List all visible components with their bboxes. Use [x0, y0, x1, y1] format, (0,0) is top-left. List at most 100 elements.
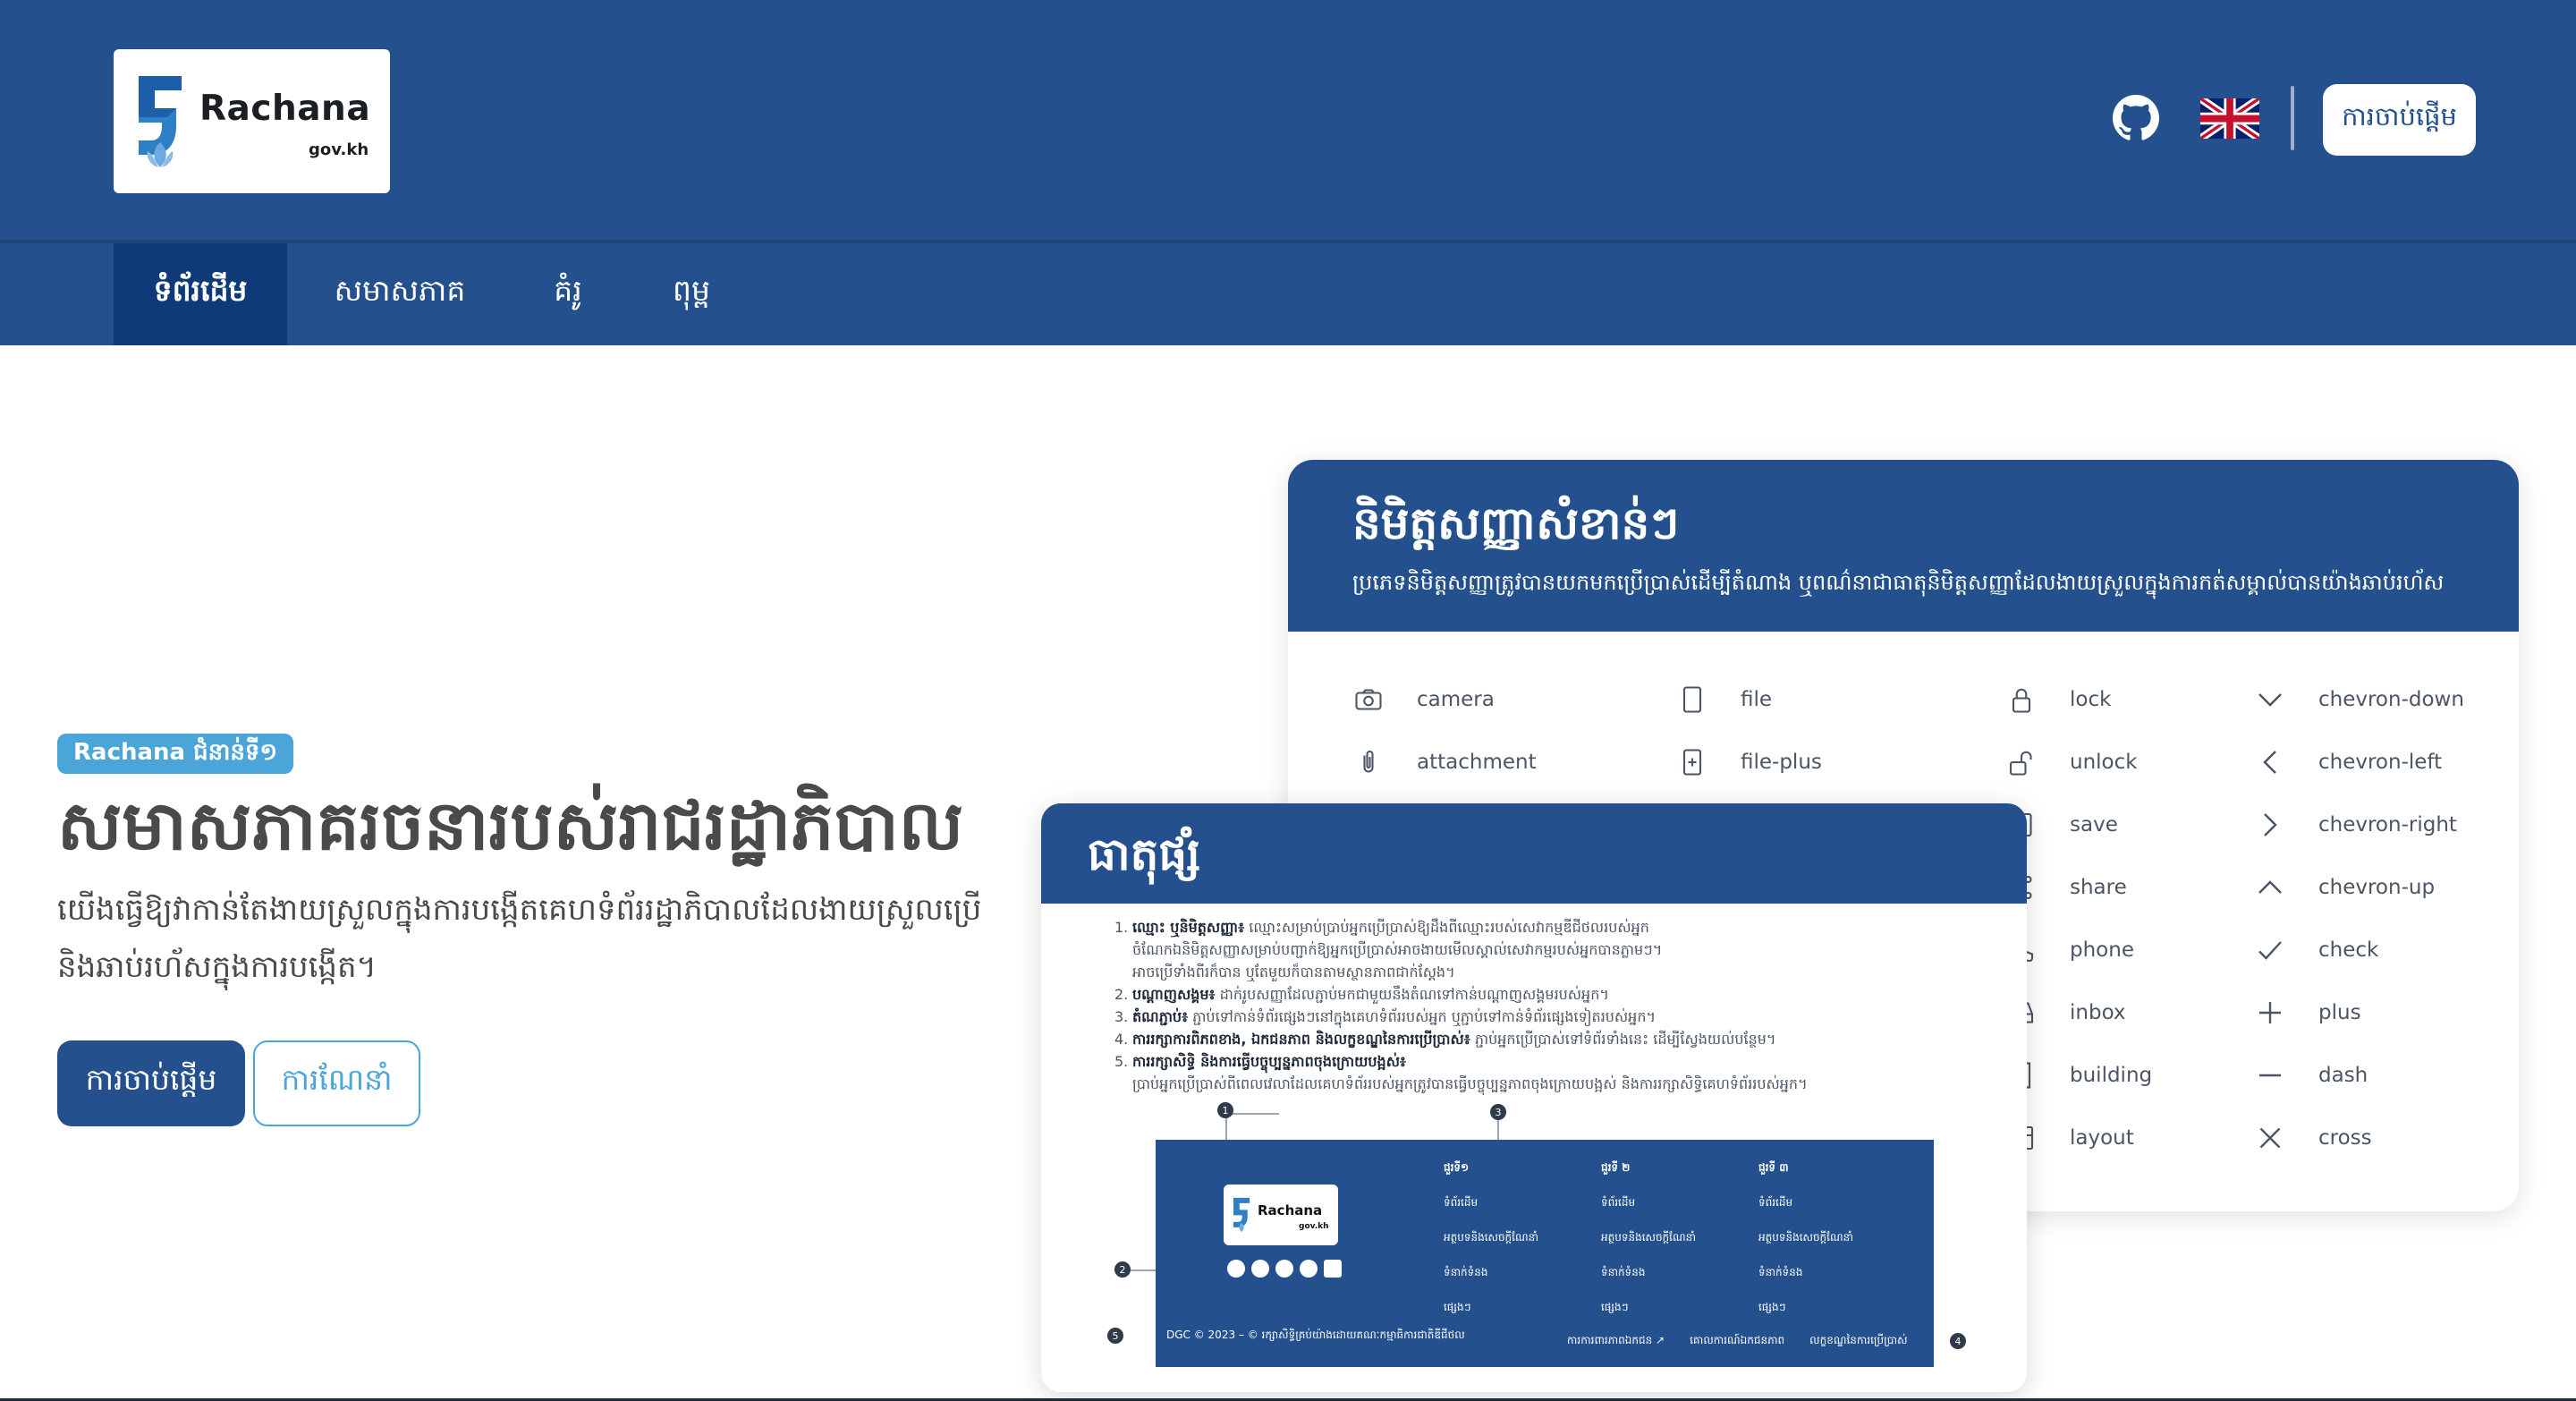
footer-bottom-links: ការការពារភាពឯកជន ↗ គោលការណ៍ឯកជនភាព លក្ខខ…	[1567, 1334, 1908, 1346]
footer-column-1: ជួរទី១ ទំព័រដើម អត្ថបទនិងសេចក្តីណែនាំ ទំ…	[1444, 1161, 1539, 1313]
callout-4: 4	[1950, 1333, 1966, 1349]
rachana-logo-mark-icon	[1233, 1197, 1250, 1233]
icon-label: save	[2070, 813, 2118, 836]
version-badge: Rachana ជំនាន់ទី១	[57, 734, 294, 774]
callout-3: 3	[1490, 1104, 1506, 1120]
lock-icon	[2012, 688, 2031, 713]
icon-label: file	[1741, 688, 1773, 711]
icon-item-building: building	[2005, 1057, 2152, 1093]
dash-icon	[2259, 1074, 2281, 1077]
footer-social-icons	[1227, 1260, 1342, 1278]
nav-item-templates[interactable]: ពុម្ព	[651, 243, 732, 345]
icon-item-check: check	[2254, 932, 2378, 968]
camera-icon	[1355, 689, 1382, 710]
icon-label: plus	[2318, 1001, 2361, 1024]
note-line: 2. បណ្តាញសង្គម៖ ដាក់រូបសញ្ញាដែលភ្ជាប់មកជា…	[1114, 986, 1609, 1003]
callout-2: 2	[1114, 1261, 1131, 1278]
component-card-title: ធាតុផ្សំ	[1088, 828, 1200, 880]
chevron-right-icon	[2264, 813, 2277, 836]
icon-label: cross	[2318, 1126, 2372, 1150]
icon-label: camera	[1417, 688, 1495, 711]
linkedin-icon[interactable]	[1324, 1260, 1342, 1278]
footer-column-2: ជួរទី ២ ទំព័រដើម អត្ថបទនិងសេចក្តីណែនាំ ទ…	[1601, 1161, 1697, 1313]
component-showcase-card: ធាតុផ្សំ 1. ឈ្មោះ ឬនិមិត្តសញ្ញា៖ ឈ្មោះសម្…	[1041, 803, 2027, 1392]
nav-item-components[interactable]: សមាសភាគ	[315, 243, 485, 345]
facebook-icon[interactable]	[1227, 1260, 1245, 1278]
icon-label: chevron-up	[2318, 876, 2436, 899]
icon-item-chevron-down: chevron-down	[2254, 682, 2464, 717]
uk-flag-icon[interactable]	[2200, 98, 2259, 139]
footer-logo: Rachana gov.kh	[1224, 1184, 1338, 1245]
icon-card-title: និមិត្តសញ្ញាសំខាន់ៗ	[1352, 497, 1680, 549]
component-notes: 1. ឈ្មោះ ឬនិមិត្តសញ្ញា៖ ឈ្មោះសម្រាប់ប្រាប…	[1114, 916, 2009, 1095]
logo-wordmark: Rachana	[199, 89, 371, 129]
icon-item-file-plus: file-plus	[1676, 744, 1822, 780]
file-icon	[1682, 686, 1702, 713]
chevron-down-icon	[2258, 693, 2282, 707]
footer-column-3: ជួរទី ៣ ទំព័រដើម អត្ថបទនិងសេចក្តីណែនាំ ទ…	[1758, 1161, 1854, 1313]
footer-preview: Rachana gov.kh ជួរទី១ ទំព័រដើម អត្ថបទនិង…	[1156, 1140, 1934, 1367]
site-header: Rachana gov.kh ការចាប់ផ្តើម	[0, 0, 2576, 240]
tiktok-icon[interactable]	[1300, 1260, 1318, 1278]
callout-5: 5	[1107, 1328, 1123, 1344]
icon-label: attachment	[1417, 751, 1537, 774]
attachment-icon	[1363, 751, 1374, 773]
note-line: 5. ការរក្សាសិទ្ធិ និងការធ្វើបច្ចុប្បន្នភា…	[1114, 1053, 1406, 1070]
icon-label: chevron-down	[2318, 688, 2464, 711]
site-logo[interactable]: Rachana gov.kh	[114, 49, 390, 193]
icon-label: unlock	[2070, 751, 2138, 774]
icon-item-dash: dash	[2254, 1057, 2368, 1093]
cross-icon	[2259, 1127, 2281, 1149]
note-line: 1. ឈ្មោះ ឬនិមិត្តសញ្ញា៖ ឈ្មោះសម្រាប់ប្រាប…	[1114, 919, 1649, 936]
icon-label: file-plus	[1741, 751, 1822, 774]
file-plus-icon	[1682, 749, 1702, 776]
youtube-icon[interactable]	[1251, 1260, 1269, 1278]
icon-item-unlock: unlock	[2005, 744, 2138, 780]
icon-label: share	[2070, 876, 2127, 899]
note-line: 4. ការរក្សាការពិភពខាង, ឯកជនភាព និងលក្ខខណ្…	[1114, 1031, 1776, 1048]
icon-label: dash	[2318, 1064, 2368, 1087]
icon-item-attachment: attachment	[1352, 744, 1537, 780]
unlock-icon	[2009, 751, 2032, 776]
header-start-button[interactable]: ការចាប់ផ្តើម	[2323, 84, 2476, 156]
footer-copyright: DGC © 2023 – © រក្សាសិទ្ធិគ្រប់យ៉ាងដោយគណ…	[1166, 1329, 1465, 1341]
icon-label: chevron-left	[2318, 751, 2443, 774]
plus-icon	[2259, 1002, 2281, 1023]
icon-item-chevron-right: chevron-right	[2254, 807, 2457, 843]
header-divider	[2291, 86, 2294, 150]
icon-label: inbox	[2070, 1001, 2126, 1024]
icon-card-subtitle: ប្រភេទនិមិត្តសញ្ញាត្រូវបានយកមកប្រើប្រាស់…	[1352, 570, 2445, 595]
icon-label: layout	[2070, 1126, 2134, 1150]
note-line: អាចប្រើទាំងពីរក៏បាន ឬតែមួយក៏បានតាមស្ថានភ…	[1132, 964, 1455, 981]
main-nav: ទំព័រដើម សមាសភាគ គំរូ ពុម្ព	[0, 240, 2576, 345]
nav-item-home[interactable]: ទំព័រដើម	[114, 243, 287, 345]
note-line: ប្រាប់អ្នកប្រើប្រាស់ពីពេលវេលាដែលគេហទំព័រ…	[1132, 1075, 1808, 1092]
github-icon[interactable]	[2113, 95, 2159, 141]
icon-label: lock	[2070, 688, 2112, 711]
rachana-logo-mark-icon	[139, 76, 182, 167]
telegram-icon[interactable]	[1275, 1260, 1293, 1278]
note-line: 3. តំណភ្ជាប់៖ ភ្ជាប់ទៅកាន់ទំព័រផ្សេងៗនៅក្…	[1114, 1008, 1657, 1025]
component-card-header: ធាតុផ្សំ	[1041, 803, 2027, 904]
icon-label: chevron-right	[2318, 813, 2457, 836]
icon-item-chevron-up: chevron-up	[2254, 870, 2435, 905]
icon-item-lock: lock	[2005, 682, 2111, 717]
icon-item-chevron-left: chevron-left	[2254, 744, 2442, 780]
hero-description: យើងធ្វើឱ្យវាកាន់តែងាយស្រួលក្នុងការបង្កើត…	[57, 892, 982, 985]
icon-item-cross: cross	[2254, 1120, 2372, 1156]
chevron-up-icon	[2258, 880, 2282, 894]
logo-domain: gov.kh	[309, 140, 369, 159]
icon-label: check	[2318, 938, 2379, 962]
icon-label: phone	[2070, 938, 2134, 962]
icon-item-file: file	[1676, 682, 1772, 717]
callout-1: 1	[1217, 1102, 1233, 1118]
check-icon	[2258, 941, 2282, 960]
get-started-button[interactable]: ការចាប់ផ្តើម	[57, 1040, 245, 1126]
icon-card-header: និមិត្តសញ្ញាសំខាន់ៗ ប្រភេទនិមិត្តសញ្ញាត្…	[1288, 460, 2519, 632]
nav-item-patterns[interactable]: គំរូ	[528, 243, 608, 345]
hero-title: សមាសភាគរចនារបស់រាជរដ្ឋាភិបាល	[57, 785, 964, 865]
icon-item-camera: camera	[1352, 682, 1495, 717]
chevron-left-icon	[2263, 751, 2276, 774]
icon-label: building	[2070, 1064, 2153, 1087]
guide-button[interactable]: ការណែនាំ	[253, 1040, 420, 1126]
